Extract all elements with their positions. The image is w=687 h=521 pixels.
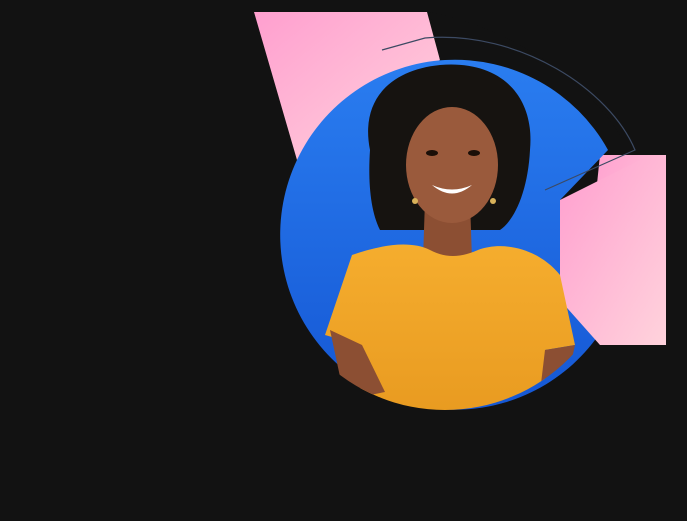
hero-illustration — [254, 12, 666, 410]
hero-banner — [0, 0, 687, 521]
